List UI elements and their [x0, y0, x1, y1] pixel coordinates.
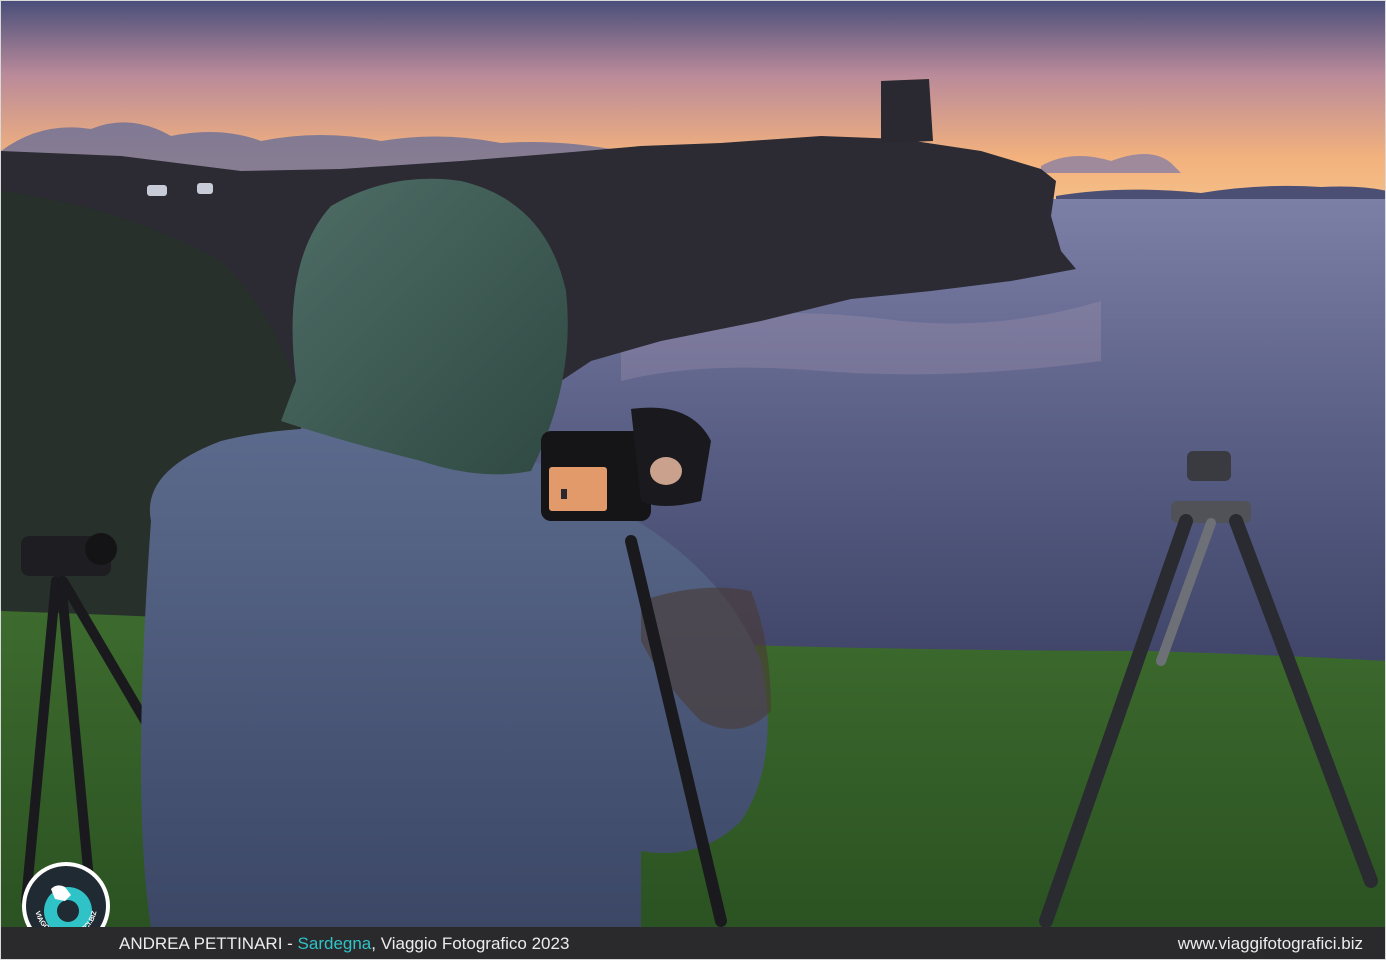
caption-separator: -	[282, 934, 298, 953]
landscape-photo	[1, 1, 1385, 927]
caption-left: ANDREA PETTINARI - Sardegna, Viaggio Fot…	[119, 934, 569, 954]
photo-frame: VIAGGIFOTOGRAFICI.BIZ ANDREA PETTINARI -…	[0, 0, 1386, 960]
location-name: Sardegna	[297, 934, 372, 953]
green-hood	[281, 178, 568, 475]
author-name: ANDREA PETTINARI	[119, 934, 283, 953]
car-right	[197, 183, 213, 194]
trip-title: , Viaggio Fotografico 2023	[371, 934, 570, 953]
car-left	[147, 185, 167, 196]
watchtower	[881, 79, 933, 143]
website-url[interactable]: www.viaggifotografici.biz	[1178, 934, 1363, 954]
caption-bar: ANDREA PETTINARI - Sardegna, Viaggio Fot…	[1, 927, 1385, 959]
hand	[650, 457, 682, 485]
